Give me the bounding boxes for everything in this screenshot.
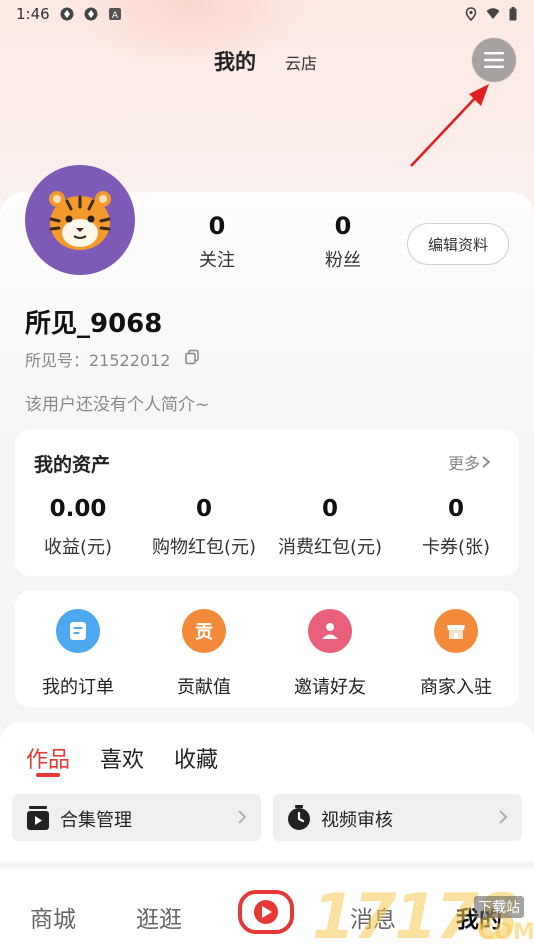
status-time: 1:46 [16, 5, 50, 23]
chevron-right-icon [499, 810, 508, 824]
fans-stat[interactable]: 0 粉丝 [303, 212, 383, 272]
edit-profile-button[interactable]: 编辑资料 [407, 223, 509, 265]
asset-label: 收益(元) [43, 537, 113, 558]
invite-icon [308, 609, 352, 653]
asset-value: 0 [321, 496, 338, 522]
order-icon [56, 609, 100, 653]
watermark-domain: COM [478, 920, 534, 945]
assets-more-label: 更多 [448, 454, 481, 473]
watermark-sub: 下载站 [474, 896, 524, 918]
asset-label: 卡券(张) [421, 537, 491, 558]
asset-value: 0.00 [49, 496, 107, 522]
shortcut-label: 贡献值 [177, 677, 231, 698]
following-stat[interactable]: 0 关注 [177, 212, 257, 272]
svg-text:贡: 贡 [195, 622, 213, 643]
page-title: 我的 [214, 50, 256, 74]
shortcut-label: 我的订单 [42, 677, 114, 698]
assets-title: 我的资产 [34, 454, 111, 476]
avatar[interactable] [25, 165, 135, 275]
clock-icon [288, 805, 310, 830]
asset-coupons[interactable]: 0 卡券(张) [393, 496, 519, 559]
status-bar: 1:46 A [0, 0, 534, 28]
a-badge-icon: A [108, 7, 122, 21]
tool-label: 视频审核 [321, 810, 393, 831]
tool-label: 合集管理 [60, 810, 132, 831]
store-icon [434, 609, 478, 653]
collection-icon [27, 806, 49, 830]
shortcut-label: 邀请好友 [294, 677, 366, 698]
user-bio: 该用户还没有个人简介~ [25, 395, 210, 415]
chevron-right-icon [482, 456, 491, 468]
shortcut-label: 商家入驻 [420, 677, 492, 698]
assets-card: 我的资产 更多 0.00 收益(元) 0 购物红包(元) 0 消费红包(元) 0… [15, 430, 519, 576]
asset-label: 购物红包(元) [151, 537, 257, 558]
shortcut-my-orders[interactable]: 我的订单 [15, 609, 141, 699]
asset-value: 0 [195, 496, 212, 522]
fans-count: 0 [334, 212, 352, 240]
user-id: 所见号：21522012 [25, 351, 171, 370]
publish-video-icon [238, 890, 294, 934]
asset-shopping-redpacket[interactable]: 0 购物红包(元) [141, 496, 267, 559]
wifi-icon [486, 7, 500, 21]
following-label: 关注 [199, 250, 235, 271]
location-icon [464, 7, 478, 21]
content-panel [0, 722, 534, 862]
tab-cloud-store[interactable]: 云店 [285, 50, 317, 74]
copy-icon[interactable] [184, 349, 200, 365]
asset-consume-redpacket[interactable]: 0 消费红包(元) [267, 496, 393, 559]
collection-manage-button[interactable]: 合集管理 [12, 794, 261, 841]
app-icon [60, 7, 74, 21]
asset-label: 消费红包(元) [277, 537, 383, 558]
tab-likes[interactable]: 喜欢 [100, 742, 144, 774]
contribution-icon: 贡 [182, 609, 226, 653]
annotation-arrow-icon [410, 84, 489, 167]
battery-icon [506, 7, 520, 21]
nav-browse[interactable]: 逛逛 [136, 900, 182, 934]
app-icon [84, 7, 98, 21]
active-tab-indicator [36, 773, 60, 777]
video-review-button[interactable]: 视频审核 [273, 794, 522, 841]
following-count: 0 [208, 212, 226, 240]
menu-button[interactable] [472, 38, 516, 82]
shortcut-invite-friends[interactable]: 邀请好友 [267, 609, 393, 699]
shortcut-merchant-join[interactable]: 商家入驻 [393, 609, 519, 699]
shortcuts-card: 我的订单 贡 贡献值 邀请好友 商家入驻 [15, 591, 519, 707]
asset-earnings[interactable]: 0.00 收益(元) [15, 496, 141, 559]
tab-works[interactable]: 作品 [26, 742, 70, 774]
tab-favorites[interactable]: 收藏 [174, 742, 218, 774]
assets-more-link[interactable]: 更多 [448, 450, 492, 474]
shortcut-contribution[interactable]: 贡 贡献值 [141, 609, 267, 699]
tiger-avatar-icon [49, 191, 111, 250]
svg-text:A: A [112, 11, 119, 21]
nav-publish-button[interactable] [238, 888, 294, 936]
chevron-right-icon [238, 810, 247, 824]
hamburger-menu-icon [484, 52, 504, 68]
fans-label: 粉丝 [325, 250, 361, 271]
nav-mall[interactable]: 商城 [30, 900, 76, 934]
asset-value: 0 [447, 496, 464, 522]
username: 所见_9068 [25, 309, 163, 339]
